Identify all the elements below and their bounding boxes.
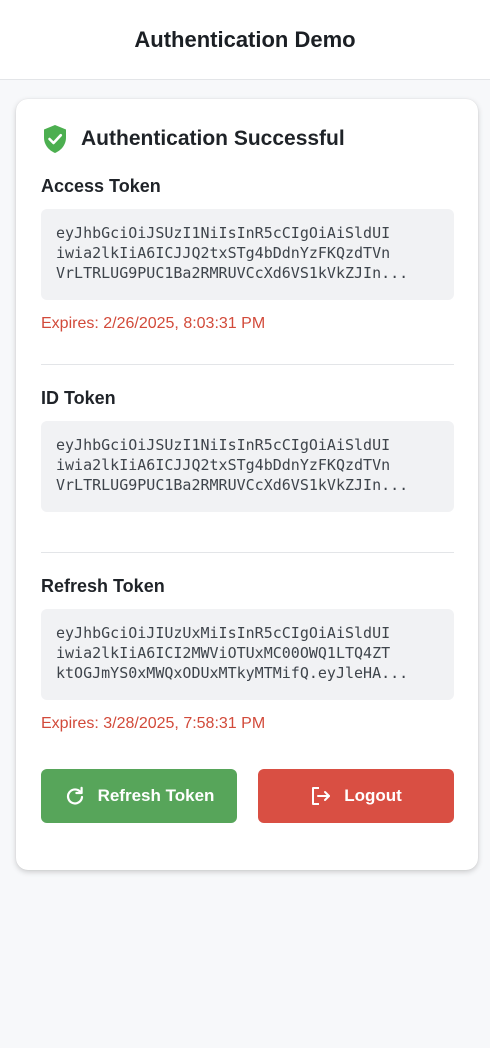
access-token-label: Access Token xyxy=(41,176,161,196)
token-line: ktOGJmYS0xMWQxODUxMTkyMTMifQ.eyJleHA... xyxy=(56,664,409,682)
logout-button-label: Logout xyxy=(344,786,402,805)
token-line: iwia2lkIiA6ICJJQ2txSTg4bDdnYzFKQzdTVn xyxy=(56,456,391,474)
id-token-section: ID Token eyJhbGciOiJSUzI1NiIsInR5cCIgOiA… xyxy=(41,387,454,512)
token-line: VrLTRLUG9PUC1Ba2RMRUVCcXd6VS1kVkZJIn... xyxy=(56,264,409,282)
id-token-label: ID Token xyxy=(41,388,116,408)
app-header: Authentication Demo xyxy=(0,0,490,80)
refresh-token-value: eyJhbGciOiJIUzUxMiIsInR5cCIgOiAiSldUI iw… xyxy=(41,609,454,700)
auth-card: Authentication Successful Access Token e… xyxy=(16,99,478,870)
token-line: eyJhbGciOiJSUzI1NiIsInR5cCIgOiAiSldUI xyxy=(56,436,391,454)
action-buttons: Refresh Token Logout xyxy=(41,769,454,823)
token-line: eyJhbGciOiJIUzUxMiIsInR5cCIgOiAiSldUI xyxy=(56,624,391,642)
refresh-icon xyxy=(64,785,86,807)
divider xyxy=(41,364,454,365)
refresh-token-expires: Expires: 3/28/2025, 7:58:31 PM xyxy=(41,715,266,732)
divider xyxy=(41,552,454,553)
token-line: VrLTRLUG9PUC1Ba2RMRUVCcXd6VS1kVkZJIn... xyxy=(56,476,409,494)
refresh-token-button-label: Refresh Token xyxy=(97,786,215,805)
token-line: eyJhbGciOiJSUzI1NiIsInR5cCIgOiAiSldUI xyxy=(56,224,391,242)
access-token-expires: Expires: 2/26/2025, 8:03:31 PM xyxy=(41,315,266,332)
token-line: iwia2lkIiA6ICJJQ2txSTg4bDdnYzFKQzdTVn xyxy=(56,244,391,262)
access-token-section: Access Token eyJhbGciOiJSUzI1NiIsInR5cCI… xyxy=(41,175,454,334)
refresh-token-button[interactable]: Refresh Token xyxy=(41,769,237,823)
status-title: Authentication Successful xyxy=(81,127,345,150)
shield-check-icon xyxy=(41,124,69,154)
id-token-value: eyJhbGciOiJSUzI1NiIsInR5cCIgOiAiSldUI iw… xyxy=(41,421,454,512)
access-token-value: eyJhbGciOiJSUzI1NiIsInR5cCIgOiAiSldUI iw… xyxy=(41,209,454,300)
token-line: iwia2lkIiA6ICI2MWViOTUxMC00OWQ1LTQ4ZT xyxy=(56,644,391,662)
page-title: Authentication Demo xyxy=(134,26,356,52)
refresh-token-section: Refresh Token eyJhbGciOiJIUzUxMiIsInR5cC… xyxy=(41,575,454,734)
auth-status: Authentication Successful xyxy=(41,123,454,155)
logout-button[interactable]: Logout xyxy=(258,769,454,823)
refresh-token-label: Refresh Token xyxy=(41,576,165,596)
logout-icon xyxy=(310,785,332,807)
